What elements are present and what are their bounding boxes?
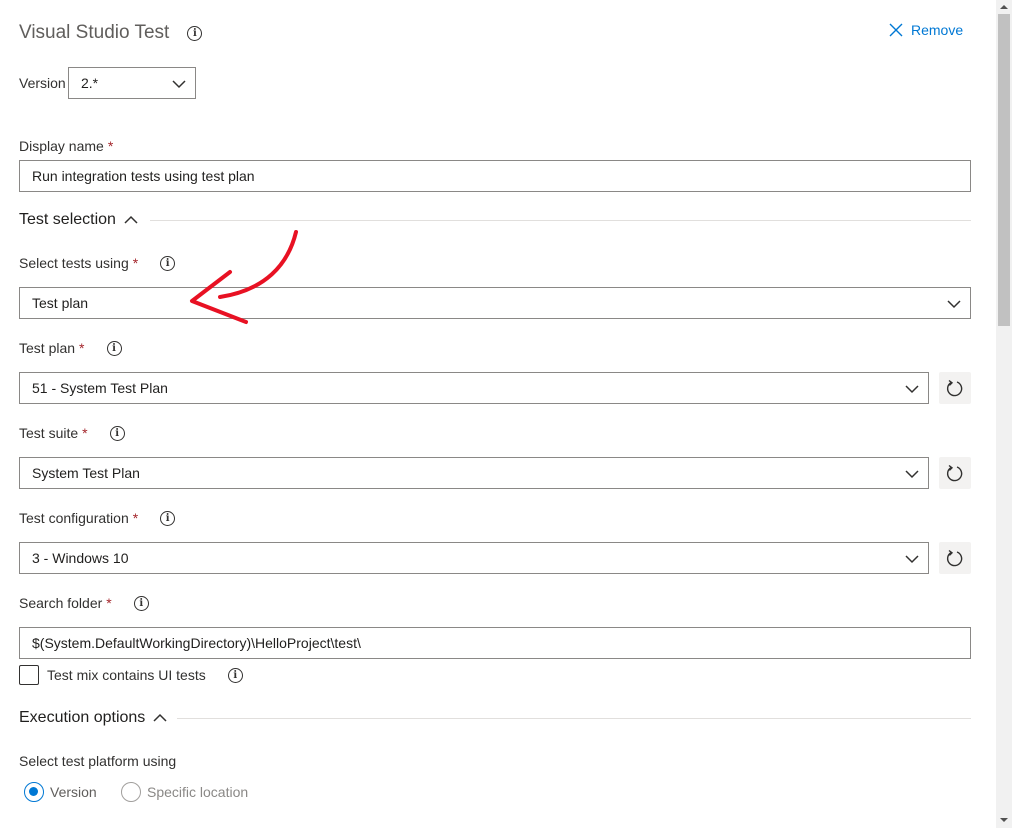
refresh-test-configuration-button[interactable] — [939, 542, 971, 574]
info-icon[interactable]: i — [160, 255, 176, 271]
version-value: 2.* — [81, 75, 99, 91]
annotation-arrow — [190, 230, 298, 324]
chevron-down-icon — [947, 300, 961, 309]
section-execution-options[interactable]: Execution options — [19, 709, 167, 727]
scrollbar-thumb[interactable] — [998, 14, 1010, 326]
test-configuration-label: Test configuration * i — [19, 510, 176, 526]
display-name-label: Display name * — [19, 138, 114, 154]
section-divider — [150, 220, 971, 221]
radio-dot — [29, 787, 38, 796]
chevron-up-icon — [153, 713, 167, 722]
remove-button[interactable]: Remove — [889, 22, 963, 38]
remove-label: Remove — [911, 22, 964, 38]
info-icon[interactable]: i — [187, 25, 203, 41]
radio-specific-location-label: Specific location — [147, 784, 249, 800]
test-plan-select[interactable]: 51 - System Test Plan — [19, 372, 929, 404]
display-name-input[interactable]: Run integration tests using test plan — [19, 160, 971, 192]
refresh-icon — [946, 549, 963, 567]
panel-title-text: Visual Studio Test — [19, 22, 170, 43]
radio-version-label: Version — [50, 784, 97, 800]
chevron-down-icon — [172, 80, 186, 89]
version-select[interactable]: 2.* — [68, 67, 196, 99]
panel-title: Visual Studio Test i — [19, 22, 203, 44]
refresh-icon — [946, 464, 963, 482]
radio-specific-location[interactable] — [121, 782, 141, 802]
chevron-down-icon — [905, 470, 919, 479]
test-suite-select[interactable]: System Test Plan — [19, 457, 929, 489]
test-platform-label: Select test platform using — [19, 753, 177, 769]
ui-tests-checkbox[interactable] — [19, 665, 39, 685]
chevron-up-icon — [124, 215, 138, 224]
select-tests-using-label: Select tests using * i — [19, 255, 176, 271]
search-folder-input[interactable]: $(System.DefaultWorkingDirectory)\HelloP… — [19, 627, 971, 659]
select-tests-using-select[interactable]: Test plan — [19, 287, 971, 319]
close-icon — [889, 23, 903, 37]
test-suite-label: Test suite * i — [19, 425, 125, 441]
test-plan-label: Test plan * i — [19, 340, 122, 356]
test-configuration-select[interactable]: 3 - Windows 10 — [19, 542, 929, 574]
chevron-down-icon — [905, 555, 919, 564]
info-icon[interactable]: i — [227, 667, 243, 683]
scroll-down-icon[interactable] — [998, 815, 1010, 825]
ui-tests-label: Test mix contains UI tests i — [47, 667, 243, 683]
scroll-up-icon[interactable] — [998, 2, 1010, 12]
refresh-test-plan-button[interactable] — [939, 372, 971, 404]
section-divider — [177, 718, 971, 719]
radio-version[interactable] — [24, 782, 44, 802]
chevron-down-icon — [905, 385, 919, 394]
info-icon[interactable]: i — [133, 595, 149, 611]
info-icon[interactable]: i — [106, 340, 122, 356]
info-icon[interactable]: i — [160, 510, 176, 526]
section-test-selection[interactable]: Test selection — [19, 211, 138, 229]
info-icon[interactable]: i — [109, 425, 125, 441]
search-folder-label: Search folder * i — [19, 595, 149, 611]
refresh-test-suite-button[interactable] — [939, 457, 971, 489]
version-label: Version — [19, 75, 66, 91]
refresh-icon — [946, 379, 963, 397]
